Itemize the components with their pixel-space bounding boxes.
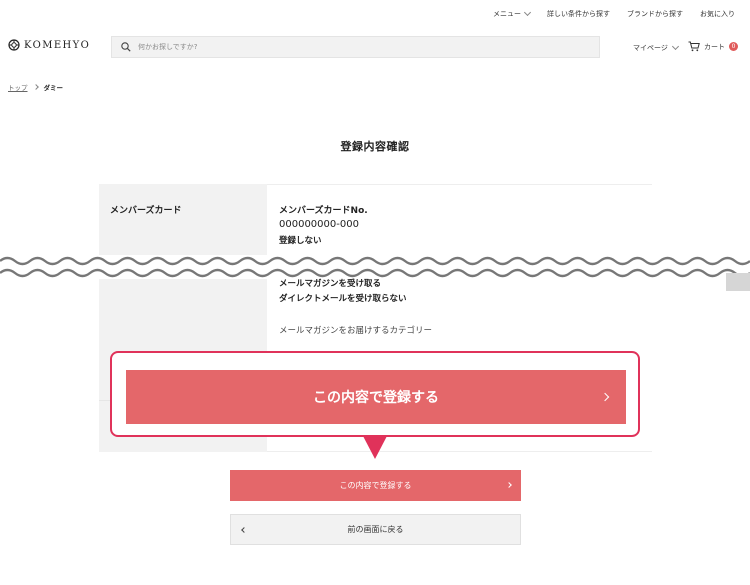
card-number-label: メンバーズカードNo.	[279, 206, 368, 216]
site-logo[interactable]: KOMEHYO	[8, 39, 90, 51]
menu-link[interactable]: メニュー	[493, 8, 532, 19]
register-button[interactable]: この内容で登録する	[230, 470, 521, 501]
callout-pointer-arrow	[363, 436, 387, 459]
chevron-down-icon	[671, 42, 679, 51]
back-button-label: 前の画面に戻る	[347, 525, 404, 534]
brand-search-link[interactable]: ブランドから探す	[627, 9, 683, 19]
cart-link[interactable]: カート 0	[688, 41, 738, 52]
logo-icon	[8, 39, 20, 51]
breadcrumb-home-link[interactable]: トップ	[8, 82, 28, 92]
search-icon[interactable]	[121, 42, 131, 52]
search-input[interactable]	[138, 43, 578, 51]
logo-text: KOMEHYO	[24, 39, 91, 51]
callout-register-button[interactable]: この内容で登録する	[126, 370, 626, 424]
register-status: 登録しない	[279, 236, 322, 246]
callout-register-label: この内容で登録する	[313, 390, 439, 406]
mypage-label: マイページ	[633, 44, 668, 52]
cart-label: カート	[704, 42, 725, 51]
direct-mail-preference: ダイレクトメールを受け取らない	[279, 294, 407, 304]
chevron-left-icon	[241, 527, 247, 533]
cart-icon	[688, 41, 700, 52]
chevron-right-icon	[506, 482, 512, 488]
magazine-category-label: メールマガジンをお届けするカテゴリー	[279, 326, 433, 336]
scrollbar-thumb[interactable]	[726, 273, 750, 291]
chevron-down-icon	[523, 8, 532, 17]
search-bar[interactable]	[111, 36, 600, 58]
favorites-link[interactable]: お気に入り	[700, 9, 735, 19]
chevron-right-icon	[32, 84, 39, 90]
page-title: 登録内容確認	[340, 140, 410, 153]
back-button[interactable]: 前の画面に戻る	[230, 514, 521, 545]
members-card-label: メンバーズカード	[110, 206, 182, 216]
mypage-menu[interactable]: マイページ	[633, 42, 679, 53]
utility-nav: メニュー 詳しい条件から探す ブランドから探す お気に入り	[493, 8, 735, 19]
cart-count-badge: 0	[729, 42, 738, 51]
detail-search-link[interactable]: 詳しい条件から探す	[547, 9, 610, 19]
magazine-preference: メールマガジンを受け取る	[279, 279, 382, 289]
menu-label: メニュー	[493, 10, 521, 18]
breadcrumb: トップ ダミー	[8, 82, 63, 92]
breadcrumb-current: ダミー	[43, 84, 64, 92]
card-number-value: 000000000-000	[279, 219, 359, 230]
chevron-right-icon	[600, 392, 610, 402]
register-button-label: この内容で登録する	[339, 481, 412, 490]
